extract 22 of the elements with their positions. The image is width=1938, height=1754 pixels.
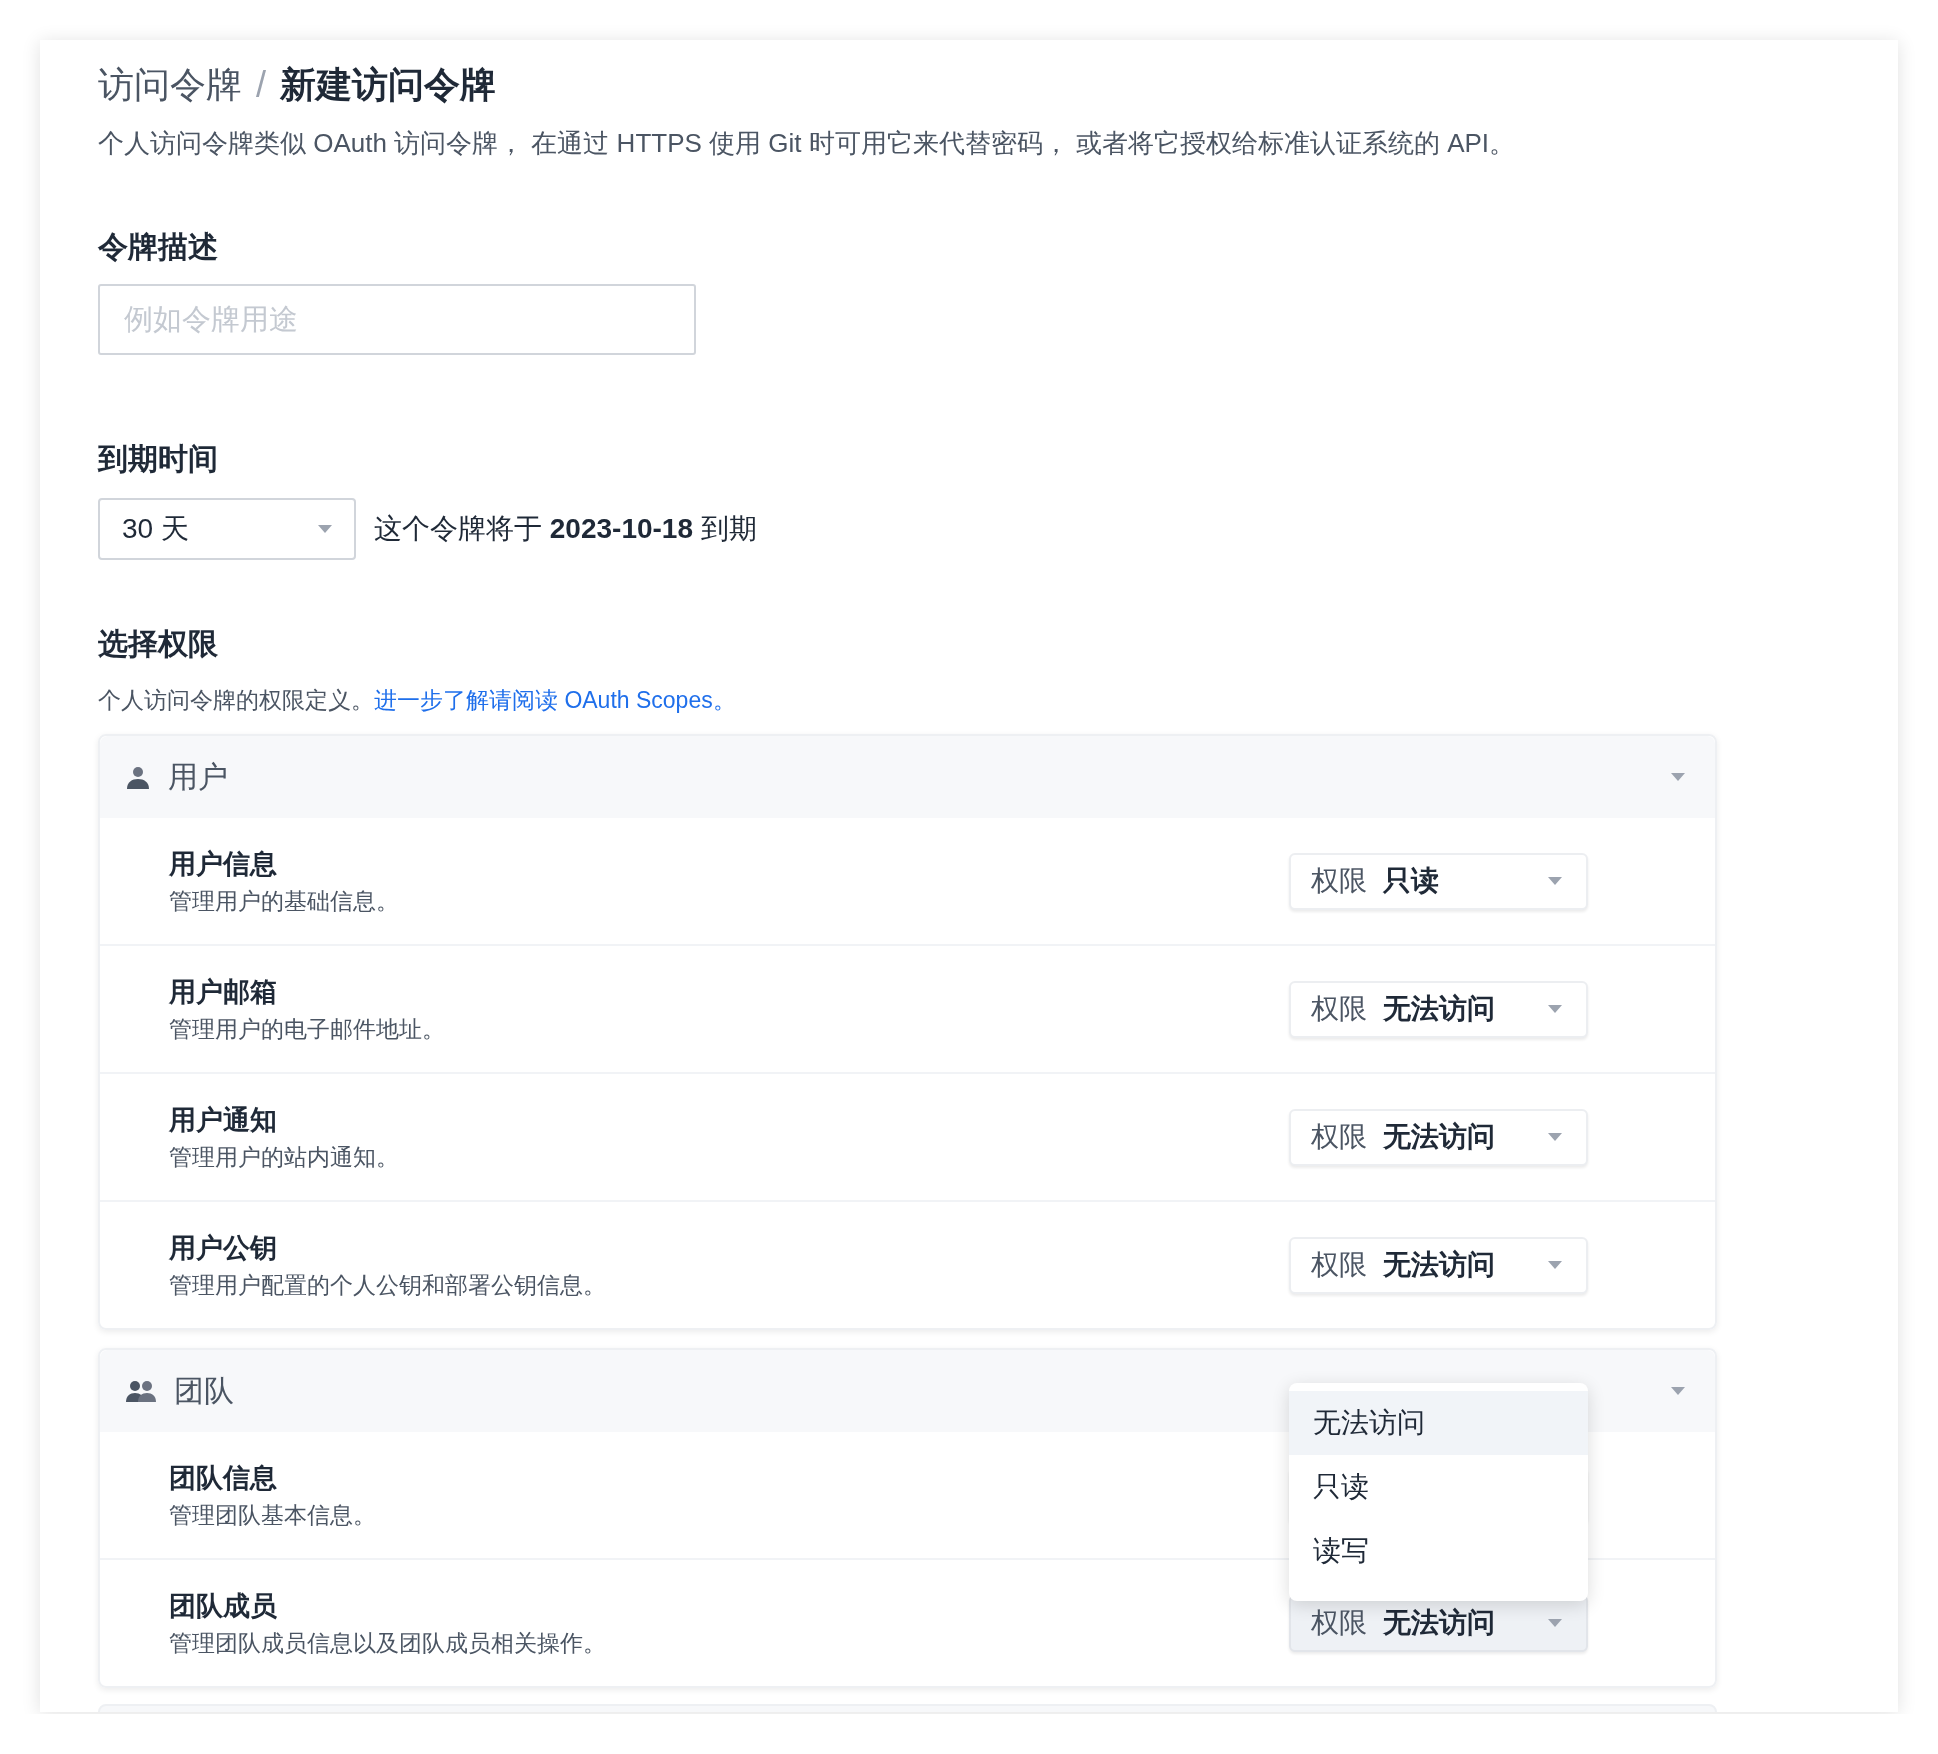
scope-title: 用户邮箱: [169, 975, 278, 1009]
section-title: 选择权限: [98, 626, 219, 662]
breadcrumb-separator: /: [256, 64, 266, 106]
scope-description: 管理用户的电子邮件地址。: [169, 1014, 445, 1044]
hint-text: 个人访问令牌的权限定义。: [98, 687, 374, 713]
scope-description: 管理用户配置的个人公钥和部署公钥信息。: [169, 1270, 606, 1300]
field-label: 到期时间: [98, 441, 219, 477]
intro-text: 个人访问令牌类似 OAuth 访问令牌， 在通过 HTTPS 使用 Git 时可用它来代替密码， 或者将它授权给标准认证系统的 API。: [98, 127, 1517, 160]
scope-title: 团队成员: [169, 1589, 278, 1623]
scope-title: 用户公钥: [169, 1231, 278, 1265]
scope-title: 用户信息: [169, 847, 278, 881]
expiration-note: 这个令牌将于 2023-10-18 到期: [374, 512, 757, 546]
field-label: 令牌描述: [98, 229, 219, 265]
scope-description: 管理团队基本信息。: [169, 1500, 376, 1530]
group-title: 用户: [168, 758, 229, 795]
page-title: 新建访问令牌: [280, 62, 496, 107]
scope-description: 管理用户的站内通知。: [169, 1142, 399, 1172]
scope-title: 团队信息: [169, 1461, 278, 1495]
group-title: 团队: [174, 1372, 235, 1409]
scope-title: 用户通知: [169, 1103, 278, 1137]
scope-description: 管理用户的基础信息。: [169, 886, 399, 916]
scope-description: 管理团队成员信息以及团队成员相关操作。: [169, 1628, 606, 1658]
